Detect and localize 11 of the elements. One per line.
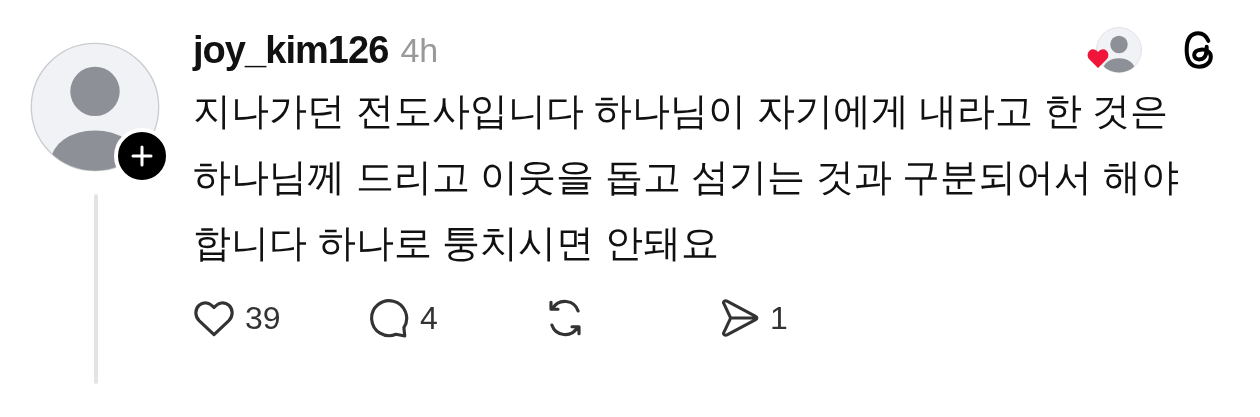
username[interactable]: joy_kim126: [193, 21, 389, 79]
plus-icon: [129, 144, 154, 168]
liker-avatar: [1096, 27, 1142, 73]
post-text: 지나가던 전도사입니다 하나님이 자기에게 내라고 한 것은 하나님께 드리고 이웃을 돕고 섬기는 것과 구분되어서 해야 합니다 하나로 퉁치시면 안돼요: [193, 89, 1180, 266]
heart-icon: [1086, 47, 1110, 69]
action-count: 1: [770, 299, 788, 338]
action-count: 39: [245, 299, 281, 338]
action-count: 4: [420, 299, 438, 338]
speech-bubble-icon[interactable]: [368, 297, 410, 339]
heart-icon[interactable]: [193, 298, 235, 338]
timestamp: 4h: [400, 29, 439, 71]
